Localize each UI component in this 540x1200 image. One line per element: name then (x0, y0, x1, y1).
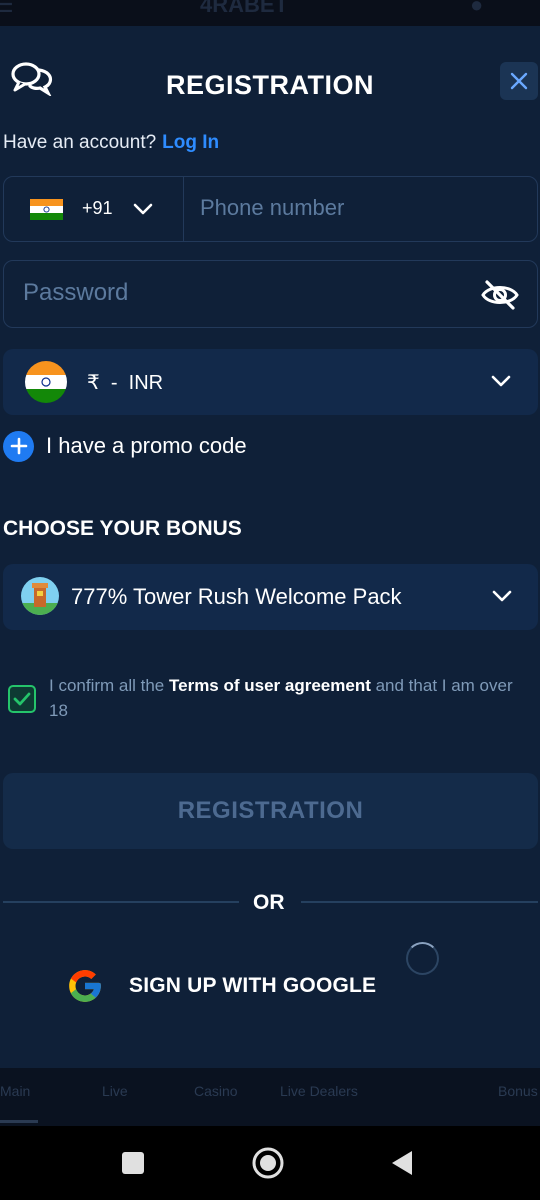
bonus-heading: CHOOSE YOUR BONUS (3, 517, 242, 540)
country-code: +91 (82, 198, 113, 218)
app-header-strip: ☰ 4RABET ● (0, 0, 540, 26)
nav-casino[interactable]: Casino (194, 1083, 238, 1099)
currency-separator: - (110, 372, 118, 394)
menu-icon: ☰ (0, 0, 14, 17)
login-prompt: Have an account? Log In (3, 132, 219, 154)
agreement-checkbox[interactable] (8, 685, 36, 713)
login-link[interactable]: Log In (162, 132, 219, 153)
chevron-down-icon (491, 375, 511, 387)
back-icon[interactable] (390, 1149, 414, 1177)
phone-field: +91 Phone number (3, 176, 538, 242)
promo-code-toggle[interactable]: I have a promo code (3, 429, 247, 463)
agreement-prefix: I confirm all the (49, 676, 169, 695)
currency-symbol: ₹ (87, 372, 100, 394)
google-signup-button[interactable]: SIGN UP WITH GOOGLE (66, 966, 376, 1006)
bonus-selected: 777% Tower Rush Welcome Pack (71, 584, 402, 609)
loading-spinner (406, 942, 439, 975)
google-signup-label: SIGN UP WITH GOOGLE (129, 974, 377, 997)
eye-off-icon[interactable] (480, 278, 520, 312)
system-nav-bar (0, 1126, 540, 1200)
divider-line (301, 901, 538, 903)
recent-apps-icon[interactable] (121, 1151, 145, 1175)
currency-code: INR (128, 372, 164, 394)
tower-rush-bonus-icon (21, 577, 59, 615)
india-flag-icon (30, 199, 63, 220)
brand-logo: 4RABET (200, 0, 289, 17)
nav-bonus[interactable]: Bonus (498, 1083, 538, 1099)
or-divider: OR (3, 889, 538, 915)
divider-line (3, 901, 239, 903)
bottom-nav: Main Live Casino Live Dealers Bonus (0, 1068, 540, 1126)
currency-value: ₹ - INR (87, 370, 163, 395)
or-label: OR (253, 891, 285, 914)
login-prompt-text: Have an account? (3, 132, 157, 153)
promo-code-label: I have a promo code (46, 433, 247, 458)
close-icon (510, 72, 528, 90)
nav-live[interactable]: Live (102, 1083, 128, 1099)
chevron-down-icon (492, 590, 512, 602)
close-button[interactable] (500, 62, 538, 100)
chevron-down-icon (133, 203, 153, 215)
currency-select[interactable]: ₹ - INR (3, 349, 538, 415)
terms-link[interactable]: Terms of user agreement (169, 676, 371, 695)
google-icon (69, 970, 101, 1002)
home-icon[interactable] (251, 1146, 285, 1180)
registration-button[interactable]: REGISTRATION (3, 773, 538, 849)
apple-icon: ● (470, 0, 484, 17)
nav-live-dealers[interactable]: Live Dealers (280, 1083, 358, 1099)
country-code-select[interactable]: +91 (4, 177, 184, 241)
agreement-text: I confirm all the Terms of user agreemen… (49, 673, 529, 723)
bonus-select[interactable]: 777% Tower Rush Welcome Pack (3, 564, 538, 630)
india-flag-icon (25, 361, 67, 403)
checkmark-icon (13, 692, 31, 706)
nav-main[interactable]: Main (0, 1083, 30, 1099)
registration-modal: REGISTRATION Have an account? Log In +91 … (0, 26, 540, 1068)
nav-active-indicator (0, 1120, 38, 1123)
password-field[interactable]: Password (3, 260, 538, 328)
page-title: REGISTRATION (166, 70, 374, 100)
password-input[interactable]: Password (23, 279, 128, 307)
modal-header: REGISTRATION (0, 26, 540, 136)
plus-icon (3, 430, 34, 462)
phone-input[interactable]: Phone number (200, 195, 344, 221)
